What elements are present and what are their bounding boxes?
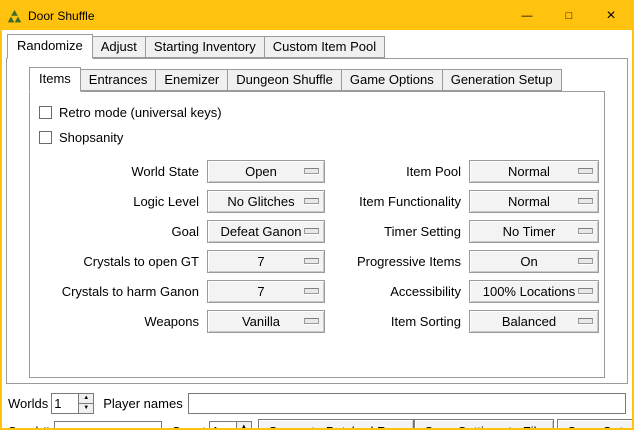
inner-tab-bar: Items Entrances Enemizer Dungeon Shuffle… xyxy=(29,67,605,91)
spin-up-icon[interactable]: ▲ xyxy=(79,394,93,403)
shopsanity-checkbox[interactable] xyxy=(39,131,52,144)
item-pool-label: Item Pool xyxy=(331,164,463,179)
tab-enemizer[interactable]: Enemizer xyxy=(155,69,228,91)
settings-grid: World State Open Item Pool Normal Logic … xyxy=(36,156,598,336)
tab-entrances[interactable]: Entrances xyxy=(80,69,157,91)
timer-setting-dropdown[interactable]: No Timer xyxy=(469,220,599,243)
optionmenu-indicator-icon xyxy=(304,318,319,324)
optionmenu-indicator-icon xyxy=(304,168,319,174)
count-input[interactable] xyxy=(210,422,236,430)
shopsanity-row: Shopsanity xyxy=(36,125,598,150)
timer-setting-label: Timer Setting xyxy=(331,224,463,239)
accessibility-label: Accessibility xyxy=(331,284,463,299)
world-state-value: Open xyxy=(245,164,287,179)
spin-up-icon[interactable]: ▲ xyxy=(237,422,251,430)
logic-level-value: No Glitches xyxy=(227,194,304,209)
optionmenu-indicator-icon xyxy=(578,318,593,324)
optionmenu-indicator-icon xyxy=(304,258,319,264)
count-label: Count xyxy=(171,424,206,430)
weapons-value: Vanilla xyxy=(242,314,290,329)
crystals-gt-value: 7 xyxy=(257,254,274,269)
goal-label: Goal xyxy=(36,224,201,239)
item-sorting-label: Item Sorting xyxy=(331,314,463,329)
crystals-ganon-value: 7 xyxy=(257,284,274,299)
tab-custom-item-pool[interactable]: Custom Item Pool xyxy=(264,36,385,58)
item-functionality-value: Normal xyxy=(508,194,560,209)
minimize-button[interactable]: — xyxy=(506,2,548,30)
tab-game-options[interactable]: Game Options xyxy=(341,69,443,91)
optionmenu-indicator-icon xyxy=(578,228,593,234)
optionmenu-indicator-icon xyxy=(578,198,593,204)
app-window: Door Shuffle — □ × Randomize Adjust Star… xyxy=(0,0,634,430)
goal-value: Defeat Ganon xyxy=(221,224,312,239)
seed-row: Seed # Count ▲ ▼ Generate Patched Rom Sa… xyxy=(8,419,626,430)
window-controls: — □ × xyxy=(506,2,632,30)
item-sorting-dropdown[interactable]: Balanced xyxy=(469,310,599,333)
count-spinbox[interactable]: ▲ ▼ xyxy=(209,421,252,430)
worlds-label: Worlds xyxy=(8,396,48,411)
tab-adjust[interactable]: Adjust xyxy=(92,36,146,58)
spin-down-icon[interactable]: ▼ xyxy=(79,403,93,413)
window-content: Randomize Adjust Starting Inventory Cust… xyxy=(2,30,632,430)
retro-mode-checkbox[interactable] xyxy=(39,106,52,119)
weapons-dropdown[interactable]: Vanilla xyxy=(207,310,325,333)
crystals-gt-dropdown[interactable]: 7 xyxy=(207,250,325,273)
item-sorting-value: Balanced xyxy=(502,314,566,329)
tab-starting-inventory[interactable]: Starting Inventory xyxy=(145,36,265,58)
player-names-label: Player names xyxy=(103,396,182,411)
seed-label: Seed # xyxy=(8,424,49,430)
retro-mode-label: Retro mode (universal keys) xyxy=(59,105,222,120)
accessibility-dropdown[interactable]: 100% Locations xyxy=(469,280,599,303)
tab-dungeon-shuffle[interactable]: Dungeon Shuffle xyxy=(227,69,342,91)
accessibility-value: 100% Locations xyxy=(483,284,586,299)
optionmenu-indicator-icon xyxy=(578,258,593,264)
open-output-directory-button[interactable]: Open Output Directory xyxy=(557,419,634,430)
worlds-spin-arrows: ▲ ▼ xyxy=(78,394,93,413)
generate-patched-rom-button[interactable]: Generate Patched Rom xyxy=(258,419,415,430)
crystals-ganon-label: Crystals to harm Ganon xyxy=(36,284,201,299)
optionmenu-indicator-icon xyxy=(578,168,593,174)
app-icon xyxy=(7,9,22,24)
items-panel: Retro mode (universal keys) Shopsanity W… xyxy=(29,91,605,378)
crystals-gt-label: Crystals to open GT xyxy=(36,254,201,269)
tab-randomize[interactable]: Randomize xyxy=(7,34,93,59)
count-spin-arrows: ▲ ▼ xyxy=(236,422,251,430)
item-functionality-label: Item Functionality xyxy=(331,194,463,209)
logic-level-dropdown[interactable]: No Glitches xyxy=(207,190,325,213)
save-settings-button[interactable]: Save Settings to File xyxy=(414,419,553,430)
close-button[interactable]: × xyxy=(590,2,632,30)
titlebar: Door Shuffle — □ × xyxy=(2,2,632,30)
crystals-ganon-dropdown[interactable]: 7 xyxy=(207,280,325,303)
progressive-items-label: Progressive Items xyxy=(331,254,463,269)
item-pool-dropdown[interactable]: Normal xyxy=(469,160,599,183)
weapons-label: Weapons xyxy=(36,314,201,329)
optionmenu-indicator-icon xyxy=(304,198,319,204)
progressive-items-value: On xyxy=(520,254,547,269)
window-title: Door Shuffle xyxy=(28,9,95,23)
outer-tab-bar: Randomize Adjust Starting Inventory Cust… xyxy=(2,34,632,58)
item-functionality-dropdown[interactable]: Normal xyxy=(469,190,599,213)
world-state-dropdown[interactable]: Open xyxy=(207,160,325,183)
tab-items[interactable]: Items xyxy=(29,67,81,92)
maximize-button[interactable]: □ xyxy=(548,2,590,30)
shopsanity-label: Shopsanity xyxy=(59,130,123,145)
progressive-items-dropdown[interactable]: On xyxy=(469,250,599,273)
seed-input[interactable] xyxy=(54,421,162,430)
optionmenu-indicator-icon xyxy=(304,228,319,234)
timer-setting-value: No Timer xyxy=(503,224,566,239)
item-pool-value: Normal xyxy=(508,164,560,179)
tab-generation-setup[interactable]: Generation Setup xyxy=(442,69,562,91)
world-state-label: World State xyxy=(36,164,201,179)
randomize-panel: Items Entrances Enemizer Dungeon Shuffle… xyxy=(6,58,628,384)
optionmenu-indicator-icon xyxy=(578,288,593,294)
goal-dropdown[interactable]: Defeat Ganon xyxy=(207,220,325,243)
worlds-spinbox[interactable]: ▲ ▼ xyxy=(51,393,94,414)
worlds-row: Worlds ▲ ▼ Player names xyxy=(8,392,626,414)
optionmenu-indicator-icon xyxy=(304,288,319,294)
retro-mode-row: Retro mode (universal keys) xyxy=(36,100,598,125)
inner-notebook: Items Entrances Enemizer Dungeon Shuffle… xyxy=(29,67,605,378)
worlds-input[interactable] xyxy=(52,394,78,413)
player-names-input[interactable] xyxy=(188,393,626,414)
logic-level-label: Logic Level xyxy=(36,194,201,209)
